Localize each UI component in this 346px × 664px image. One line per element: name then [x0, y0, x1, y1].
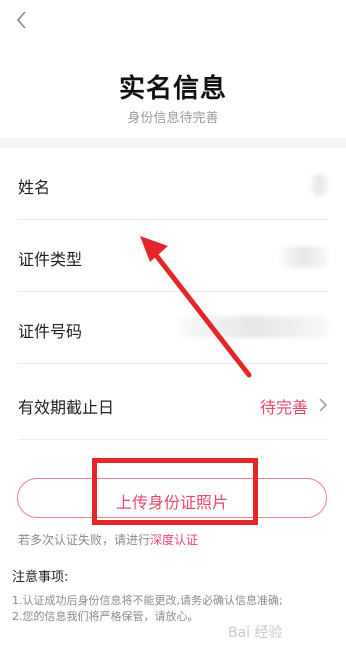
hint-text: 若多次认证失败，请进行深度认证	[18, 531, 198, 548]
row-id-number-label: 证件号码	[18, 322, 83, 341]
hint-prefix: 若多次认证失败，请进行	[18, 533, 151, 547]
annotation-highlight-box	[92, 458, 258, 525]
row-expiry-date[interactable]: 有效期截止日 待完善	[0, 368, 346, 440]
page-title: 实名信息	[118, 74, 227, 104]
section-divider	[0, 138, 346, 148]
chevron-right-icon	[319, 398, 328, 412]
row-name-label: 姓名	[18, 178, 51, 197]
divider	[18, 439, 328, 440]
blurred-value	[310, 174, 328, 196]
row-id-number: 证件号码	[0, 292, 346, 364]
notes-title: 注意事项:	[12, 570, 69, 585]
deep-verification-link[interactable]: 深度认证	[150, 533, 198, 547]
back-icon[interactable]	[10, 8, 34, 32]
divider	[18, 363, 328, 364]
row-name: 姓名	[0, 148, 346, 220]
row-id-type: 证件类型	[0, 220, 346, 292]
blurred-value	[178, 316, 328, 338]
note-item: 1.认证成功后身份信息将不能更改,请务必确认信息准确;	[12, 594, 283, 607]
page-subtitle: 身份信息待完善	[127, 111, 219, 126]
watermark-logo: Bai 经验	[228, 625, 283, 641]
status-pending: 待完善	[259, 398, 308, 417]
row-expiry-date-label: 有效期截止日	[18, 398, 115, 417]
note-item: 2.您的信息我们将严格保管，请放心。	[12, 610, 199, 623]
blurred-value	[280, 246, 328, 268]
row-id-type-label: 证件类型	[18, 250, 83, 269]
